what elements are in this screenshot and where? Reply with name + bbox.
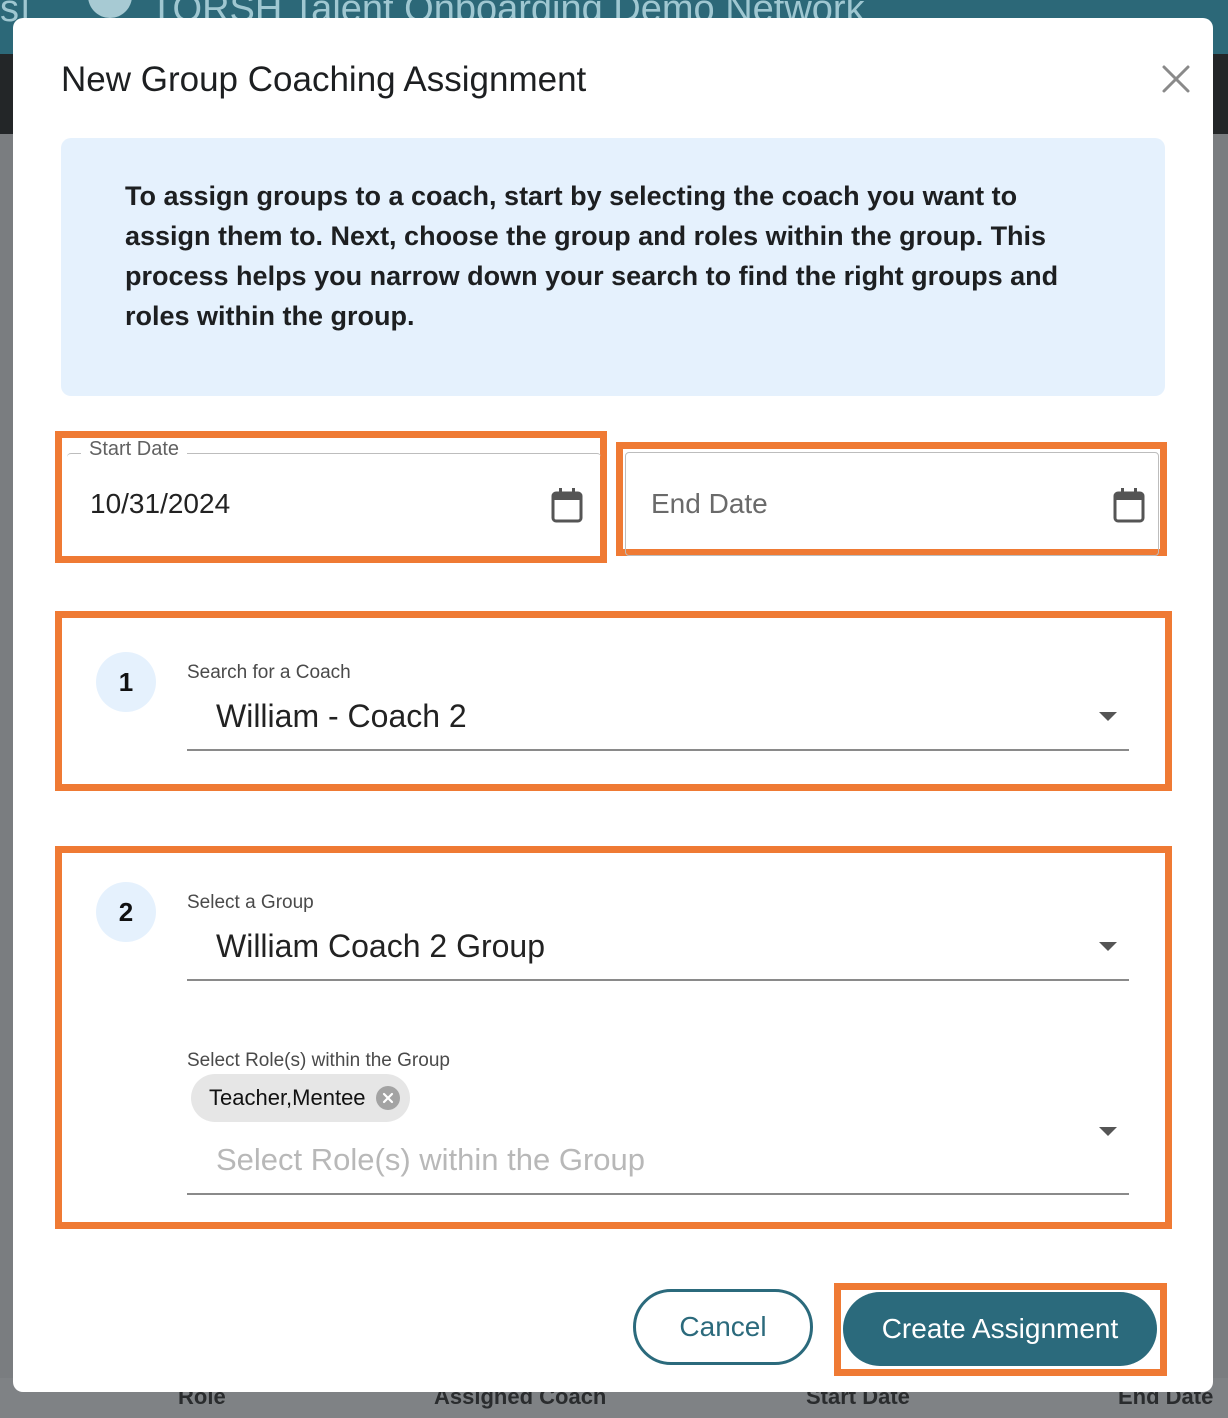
modal-title: New Group Coaching Assignment xyxy=(61,60,587,99)
group-select-value[interactable]: William Coach 2 Group xyxy=(216,928,545,965)
cancel-button[interactable]: Cancel xyxy=(633,1289,813,1365)
close-icon xyxy=(1162,65,1190,93)
new-group-coaching-modal: New Group Coaching Assignment To assign … xyxy=(13,18,1213,1392)
role-chip-label: Teacher,Mentee xyxy=(209,1085,366,1110)
remove-chip-button[interactable] xyxy=(375,1086,400,1110)
end-date-calendar-button[interactable] xyxy=(1112,486,1146,524)
end-date-placeholder: End Date xyxy=(651,488,768,519)
role-chip[interactable]: Teacher,Mentee xyxy=(191,1074,410,1122)
network-logo-icon xyxy=(88,0,132,18)
start-date-label: Start Date xyxy=(81,438,188,461)
group-select-underline xyxy=(187,979,1129,981)
roles-search-input[interactable]: Select Role(s) within the Group xyxy=(216,1142,645,1178)
start-date-value[interactable]: 10/31/2024 xyxy=(90,488,230,520)
coach-search-label: Search for a Coach xyxy=(187,662,351,683)
roles-select-underline xyxy=(187,1193,1129,1195)
create-assignment-button[interactable]: Create Assignment xyxy=(843,1292,1157,1366)
start-date-calendar-button[interactable] xyxy=(550,486,584,524)
roles-select-label: Select Role(s) within the Group xyxy=(187,1050,450,1071)
coach-select-underline xyxy=(187,749,1129,751)
remove-chip-icon xyxy=(382,1092,393,1104)
close-button[interactable] xyxy=(1159,62,1193,96)
step-2-badge: 2 xyxy=(96,882,156,942)
chevron-down-icon[interactable] xyxy=(1099,1127,1117,1136)
instructions-box: To assign groups to a coach, start by se… xyxy=(61,138,1165,396)
calendar-icon xyxy=(1113,488,1145,523)
coach-select-value[interactable]: William - Coach 2 xyxy=(216,698,467,735)
step-1-badge: 1 xyxy=(96,652,156,712)
chevron-down-icon[interactable] xyxy=(1099,942,1117,951)
chevron-down-icon[interactable] xyxy=(1099,712,1117,721)
group-select-label: Select a Group xyxy=(187,892,314,913)
instructions-text: To assign groups to a coach, start by se… xyxy=(125,181,1059,331)
calendar-icon xyxy=(551,488,583,523)
